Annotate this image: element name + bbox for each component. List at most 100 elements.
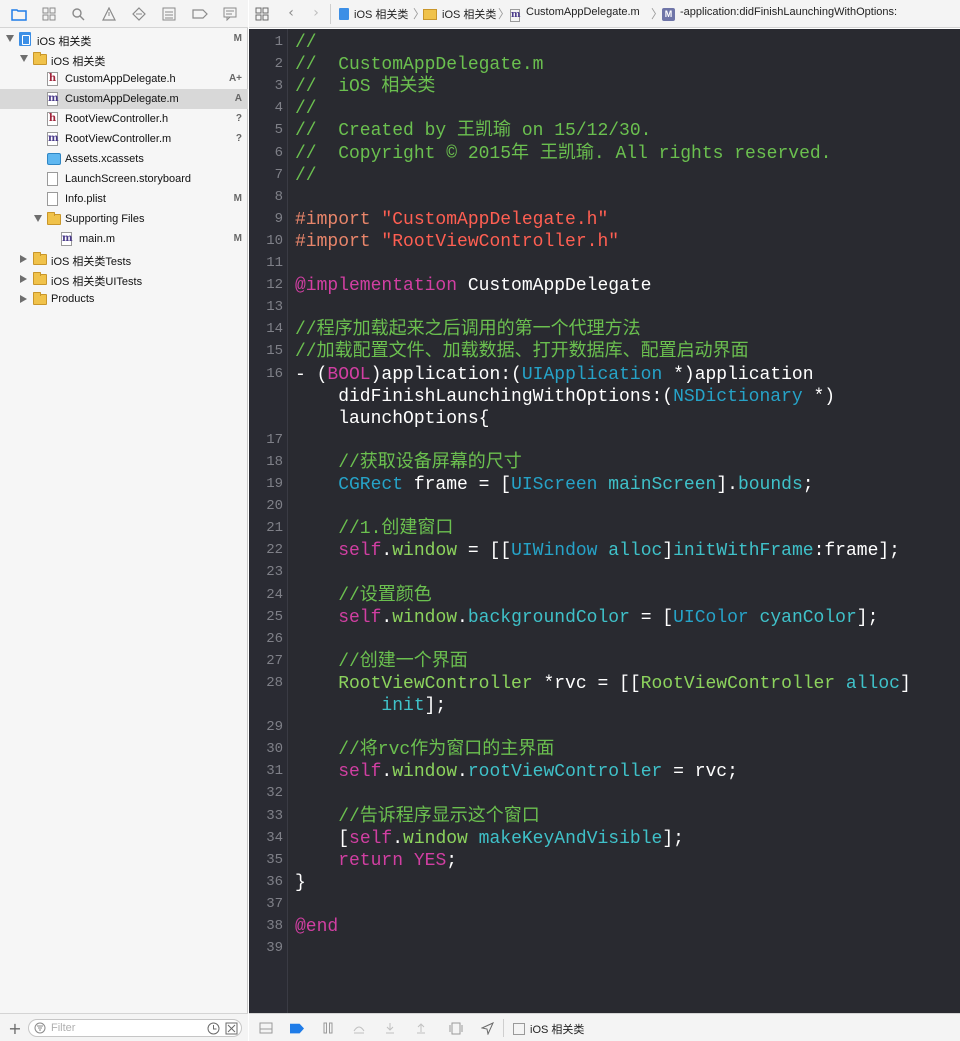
related-items-icon[interactable] [253,5,271,23]
code-line[interactable]: self.window.backgroundColor = [UIColor c… [295,607,878,629]
code-line[interactable]: - (BOOL)application:(UIApplication *)app… [295,364,814,386]
tree-row[interactable]: iOS 相关类 [0,49,248,69]
code-line[interactable]: // [295,165,317,187]
code-line[interactable]: //程序加载起来之后调用的第一个代理方法 [295,319,641,341]
code-token: . [381,607,393,628]
filter-field[interactable]: Filter [28,1019,242,1037]
code-line[interactable]: //创建一个界面 [295,651,468,673]
folder-navigator-icon[interactable] [10,5,28,23]
code-token: self [349,828,393,849]
line-number: 23 [266,564,283,581]
line-number: 25 [266,608,283,625]
code-line[interactable]: //告诉程序显示这个窗口 [295,806,540,828]
code-line[interactable]: self.window = [[UIWindow alloc]initWithF… [295,540,900,562]
tree-row[interactable]: Supporting Files [0,209,248,229]
scheme-selector[interactable]: iOS 相关类 [513,1021,584,1037]
code-line[interactable]: // [295,98,317,120]
code-line[interactable]: // [295,32,317,54]
code-line[interactable]: //加载配置文件、加载数据、打开数据库、配置启动界面 [295,341,749,363]
jumpbar-method[interactable]: M -application:didFinishLaunchingWithOpti… [662,6,897,21]
tree-row[interactable]: Info.plist M [0,189,248,209]
code-line[interactable]: // Created by 王凯瑜 on 15/12/30. [295,120,651,142]
code-token: window [403,828,468,849]
disclosure-open-icon[interactable] [6,35,14,42]
tree-row[interactable]: h CustomAppDelegate.h A+ [0,69,248,89]
step-out-icon[interactable] [414,1021,428,1035]
back-arrow-icon[interactable]: ‹ [282,4,300,22]
code-line[interactable]: [self.window makeKeyAndVisible]; [295,828,684,850]
scm-filter-icon[interactable] [225,1022,238,1035]
step-over-icon[interactable] [352,1021,366,1035]
disclosure-open-icon[interactable] [20,55,28,62]
pause-icon[interactable] [321,1021,335,1035]
jumpbar-file[interactable]: m CustomAppDelegate.m [510,6,640,22]
code-line[interactable]: CGRect frame = [UIScreen mainScreen].bou… [295,474,813,496]
jumpbar-method-label: -application:didFinishLaunchingWithOptio… [680,6,898,18]
recent-files-clock-icon[interactable] [207,1022,220,1035]
code-line[interactable]: self.window.rootViewController = rvc; [295,761,738,783]
view-debugger-icon[interactable] [449,1021,463,1035]
test-diamond-icon[interactable] [130,5,148,23]
code-line[interactable]: RootViewController *rvc = [[RootViewCont… [295,673,911,695]
disclosure-closed-icon[interactable] [20,275,27,283]
forward-arrow-icon[interactable]: › [307,4,325,22]
disclosure-open-icon[interactable] [34,215,42,222]
code-line[interactable]: //1.创建窗口 [295,518,453,540]
code-line[interactable]: init]; [295,695,446,717]
tree-row[interactable]: Assets.xcassets [0,149,248,169]
code-line[interactable]: launchOptions{ [295,408,489,430]
code-line[interactable]: //获取设备屏幕的尺寸 [295,452,522,474]
disclosure-closed-icon[interactable] [20,255,27,263]
tree-row[interactable]: h RootViewController.h? [0,109,248,129]
code-token: self [295,762,382,783]
code-line[interactable]: // iOS 相关类 [295,76,435,98]
source-editor[interactable]: //// CustomAppDelegate.m// iOS 相关类//// C… [288,29,960,1013]
step-into-icon[interactable] [383,1021,397,1035]
breakpoints-toggle-icon[interactable] [290,1021,304,1035]
hide-debug-area-icon[interactable] [259,1021,273,1035]
add-icon[interactable]: + [6,1019,24,1038]
tree-row[interactable]: iOS 相关类Tests [0,249,248,269]
code-line[interactable]: // Copyright © 2015年 王凯瑜. All rights res… [295,143,831,165]
tree-row-label: CustomAppDelegate.m [65,93,179,105]
code-token: bounds [737,475,803,495]
plist-file-icon [47,192,58,206]
line-number: 2 [274,56,283,73]
code-line[interactable]: @implementation CustomAppDelegate [295,275,651,297]
jumpbar-group[interactable]: iOS 相关类 [423,6,496,22]
code-token: = [[ [457,541,512,562]
code-line[interactable]: didFinishLaunchingWithOptions:(NSDiction… [295,386,835,408]
disclosure-closed-icon[interactable] [20,295,27,303]
line-number: 4 [274,100,283,117]
tree-row[interactable]: Products [0,289,248,309]
report-bubble-icon[interactable] [221,5,239,23]
symbol-navigator-icon[interactable] [40,5,58,23]
tree-row[interactable]: LaunchScreen.storyboard [0,169,248,189]
code-token: YES [413,850,447,871]
code-line[interactable]: #import "RootViewController.h" [295,231,619,253]
code-token: // [295,165,317,186]
code-line[interactable]: //将rvc作为窗口的主界面 [295,739,554,761]
code-line[interactable]: @end [295,916,338,938]
issue-warning-icon[interactable] [100,5,118,23]
simulate-location-icon[interactable] [480,1021,494,1035]
jumpbar-project[interactable]: iOS 相关类 [339,6,408,22]
navigator-toolbar [0,0,248,28]
debug-list-icon[interactable] [160,5,178,23]
tree-row[interactable]: iOS 相关类UITests [0,269,248,289]
tree-row[interactable]: m CustomAppDelegate.m A [0,89,248,109]
code-line[interactable]: return YES; [295,850,457,872]
code-line[interactable]: // CustomAppDelegate.m [295,54,543,76]
breakpoint-icon[interactable] [191,5,209,23]
search-icon[interactable] [69,5,87,23]
code-line[interactable]: } [295,872,306,894]
tree-row[interactable]: m RootViewController.m? [0,129,248,149]
code-token: "RootViewController.h" [381,231,620,252]
code-line[interactable]: #import "CustomAppDelegate.h" [295,209,608,231]
code-line[interactable]: //设置颜色 [295,585,432,607]
tree-row[interactable]: iOS 相关类 M [0,29,248,49]
tree-row[interactable]: m main.m M [0,229,248,249]
tree-row-label: iOS 相关类 [37,36,92,48]
asset-catalog-icon [47,153,61,165]
